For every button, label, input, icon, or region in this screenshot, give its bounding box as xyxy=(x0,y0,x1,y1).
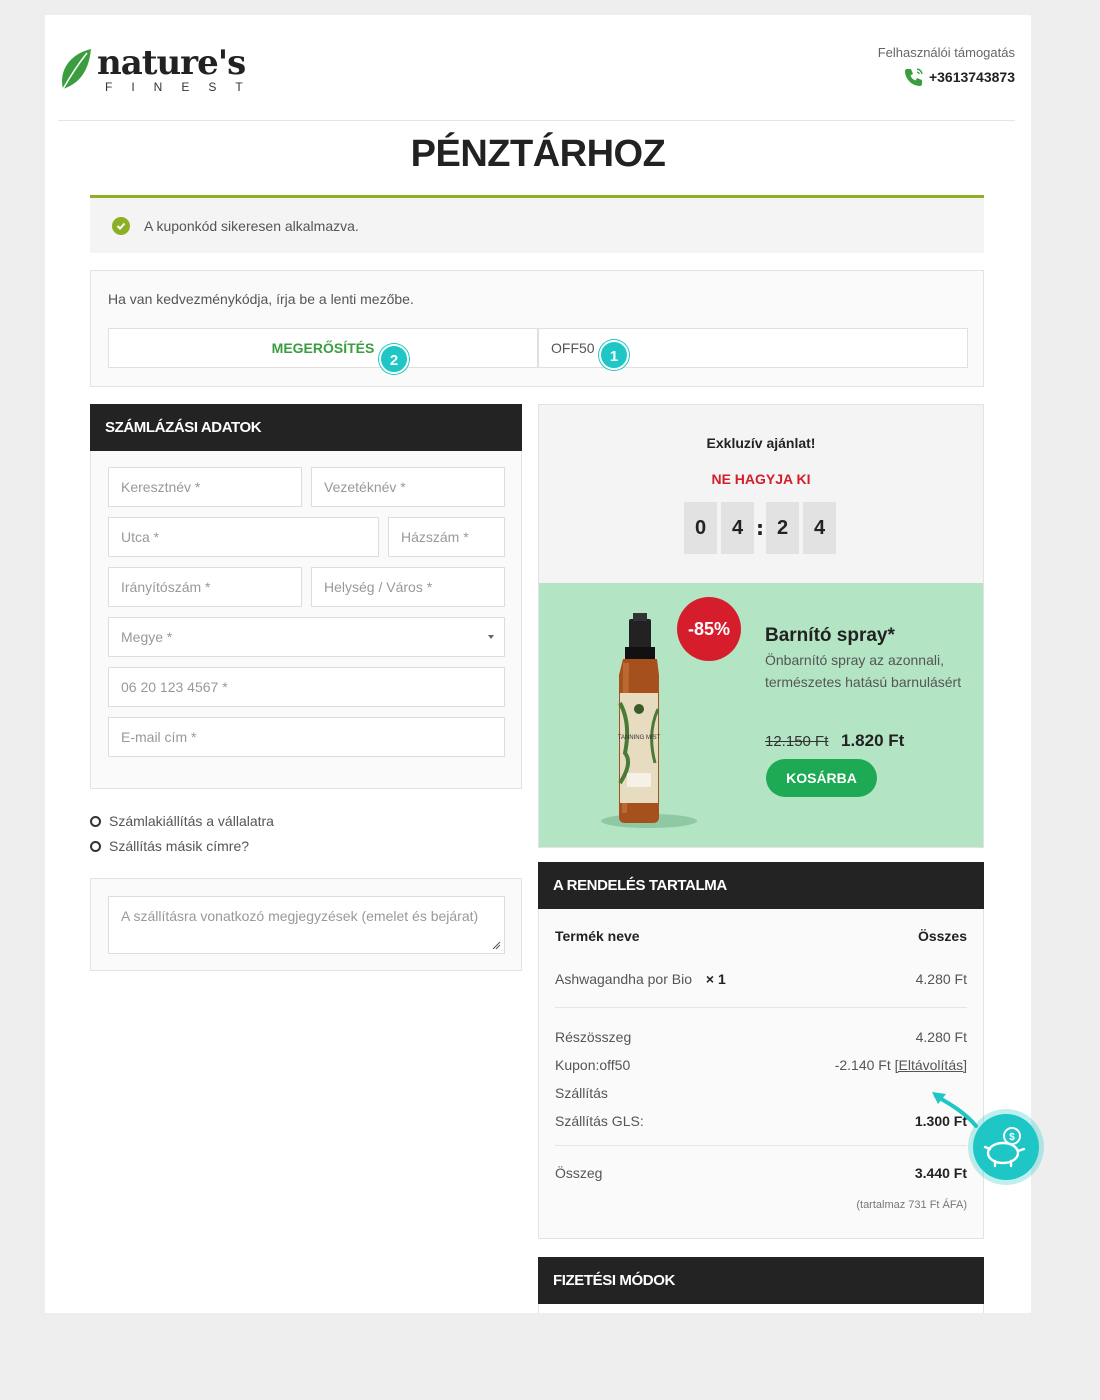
order-summary: A RENDELÉS TARTALMA Termék neve Összes A… xyxy=(538,862,984,1239)
brand-name: nature's xyxy=(97,43,246,83)
step-badge-apply: 2 xyxy=(379,344,409,374)
billing-form: Keresztnév * Vezetéknév * Utca * Házszám… xyxy=(90,451,522,789)
email-field[interactable]: E-mail cím * xyxy=(108,717,505,757)
radio-circle-icon xyxy=(90,840,101,852)
offer-title: Exkluzív ajánlat! xyxy=(706,435,816,451)
svg-text:$: $ xyxy=(1009,1132,1015,1143)
timer-digit: 4 xyxy=(803,502,836,554)
divider xyxy=(555,1007,967,1008)
house-number-field[interactable]: Házszám * xyxy=(388,517,505,557)
coupon-value: -2.140 Ft xyxy=(834,1057,891,1073)
promo-old-price: 12.150 Ft xyxy=(765,733,829,750)
item-name: Ashwagandha por Bio xyxy=(555,971,692,987)
total-row: Összeg 3.440 Ft xyxy=(555,1165,967,1181)
total-value: 3.440 Ft xyxy=(914,1165,967,1181)
coupon-box: Ha van kedvezménykódja, írja be a lenti … xyxy=(90,270,984,387)
payment-heading: FIZETÉSI MÓDOK xyxy=(538,1257,984,1304)
subtotal-label: Részösszeg xyxy=(555,1029,632,1045)
first-name-field[interactable]: Keresztnév * xyxy=(108,467,302,507)
billing-heading: SZÁMLÁZÁSI ADATOK xyxy=(90,404,522,451)
company-invoice-option[interactable]: Számlakiállítás a vállalatra xyxy=(90,813,274,829)
phone-field[interactable]: 06 20 123 4567 * xyxy=(108,667,505,707)
support-label: Felhasználói támogatás xyxy=(877,45,1015,60)
radio-circle-icon xyxy=(90,815,101,827)
last-name-field[interactable]: Vezetéknév * xyxy=(311,467,505,507)
step-badge-code: 1 xyxy=(599,340,629,370)
checkout-page: nature's FINEST Felhasználói támogatás +… xyxy=(45,15,1031,1313)
shipping-label: Szállítás xyxy=(555,1085,608,1101)
timer-digit: 4 xyxy=(721,502,754,554)
remove-coupon-link[interactable]: [Eltávolítás] xyxy=(895,1057,967,1073)
promo-product-description: Önbarnító spray az azonnali, természetes… xyxy=(765,652,962,690)
timer-digit: 2 xyxy=(766,502,799,554)
table-row: Ashwagandha por Bio × 1 4.280 Ft xyxy=(555,971,967,987)
item-qty: × 1 xyxy=(705,971,726,987)
gls-row: Szállítás GLS: 1.300 Ft xyxy=(555,1113,967,1129)
county-select[interactable]: Megye * xyxy=(108,617,505,657)
promo-product-name: Barnító spray* xyxy=(765,625,895,646)
order-heading: A RENDELÉS TARTALMA xyxy=(538,862,984,909)
coupon-prompt: Ha van kedvezménykódja, írja be a lenti … xyxy=(108,291,414,307)
apply-coupon-button[interactable]: MEGERŐSÍTÉS xyxy=(108,328,538,368)
brand-sub: FINEST xyxy=(105,80,262,94)
support-phone[interactable]: +3613743873 xyxy=(878,66,1015,88)
order-item: Ashwagandha por Bio × 1 xyxy=(555,971,726,987)
vat-note: (tartalmaz 731 Ft ÁFA) xyxy=(856,1199,967,1211)
page-title: PÉNZTÁRHOZ xyxy=(410,133,666,175)
promo-product-card: TANNING MIST -85% Barnító spray* Önbarní… xyxy=(539,583,983,847)
support-phone-number: +3613743873 xyxy=(928,69,1015,85)
countdown-timer: 0 4 : 2 4 xyxy=(684,502,836,554)
notes-placeholder: A szállításra vonatkozó megjegyzések (em… xyxy=(121,908,479,924)
total-label: Összeg xyxy=(555,1165,603,1181)
resize-handle-icon[interactable] xyxy=(491,940,501,950)
exclusive-offer: Exkluzív ajánlat! NE HAGYJA KI 0 4 : 2 4… xyxy=(538,404,984,848)
promo-new-price: 1.820 Ft xyxy=(841,731,905,750)
billing-section: SZÁMLÁZÁSI ADATOK Keresztnév * Vezetékné… xyxy=(90,404,522,789)
col-total-header: Összes xyxy=(917,928,967,944)
leaf-icon xyxy=(62,49,91,90)
chevron-down-icon xyxy=(488,635,494,639)
add-to-cart-button[interactable]: KOSÁRBA xyxy=(766,759,877,797)
check-circle-icon xyxy=(112,216,130,235)
vat-row: (tartalmaz 731 Ft ÁFA) xyxy=(555,1199,967,1211)
other-address-label: Szállítás másik címre? xyxy=(109,838,250,854)
company-invoice-label: Számlakiállítás a vállalatra xyxy=(109,813,274,829)
phone-icon xyxy=(904,68,923,86)
notes-section: A szállításra vonatkozó megjegyzések (em… xyxy=(90,878,522,971)
zip-field[interactable]: Irányítószám * xyxy=(108,567,302,607)
subtotal-value: 4.280 Ft xyxy=(915,1029,967,1045)
coupon-success-notice: A kuponkód sikeresen alkalmazva. xyxy=(90,195,984,253)
brand-logo[interactable]: nature's FINEST xyxy=(57,43,247,95)
header-divider xyxy=(58,120,1015,121)
bottle-label-text: TANNING MIST xyxy=(618,735,661,741)
col-product-header: Termék neve xyxy=(555,928,640,944)
order-table: Termék neve Összes Ashwagandha por Bio ×… xyxy=(538,909,984,1239)
subtotal-row: Részösszeg 4.280 Ft xyxy=(555,1029,967,1045)
street-field[interactable]: Utca * xyxy=(108,517,379,557)
arrow-pointer-icon xyxy=(932,1092,978,1128)
order-header-row: Termék neve Összes xyxy=(555,928,967,944)
shipping-row: Szállítás xyxy=(555,1085,967,1101)
payment-body xyxy=(538,1304,984,1313)
timer-separator: : xyxy=(756,516,764,540)
gls-label: Szállítás GLS: xyxy=(555,1113,644,1129)
order-notes-textarea[interactable]: A szállításra vonatkozó megjegyzések (em… xyxy=(108,896,505,954)
timer-digit: 0 xyxy=(684,502,717,554)
item-total: 4.280 Ft xyxy=(915,971,967,987)
piggy-bank-icon: $ xyxy=(973,1114,1039,1180)
coupon-row: Kupon:off50 -2.140 Ft [Eltávolítás] xyxy=(555,1057,967,1073)
payment-section: FIZETÉSI MÓDOK xyxy=(538,1257,984,1313)
divider xyxy=(555,1145,967,1146)
city-field[interactable]: Helység / Város * xyxy=(311,567,505,607)
other-address-option[interactable]: Szállítás másik címre? xyxy=(90,838,249,854)
discount-badge: -85% xyxy=(677,597,741,661)
notice-text: A kuponkód sikeresen alkalmazva. xyxy=(144,217,359,234)
support-block: Felhasználói támogatás +3613743873 xyxy=(878,45,1015,88)
offer-subtitle: NE HAGYJA KI xyxy=(711,471,811,487)
county-select-label: Megye * xyxy=(121,629,173,645)
coupon-label: Kupon:off50 xyxy=(555,1057,631,1073)
